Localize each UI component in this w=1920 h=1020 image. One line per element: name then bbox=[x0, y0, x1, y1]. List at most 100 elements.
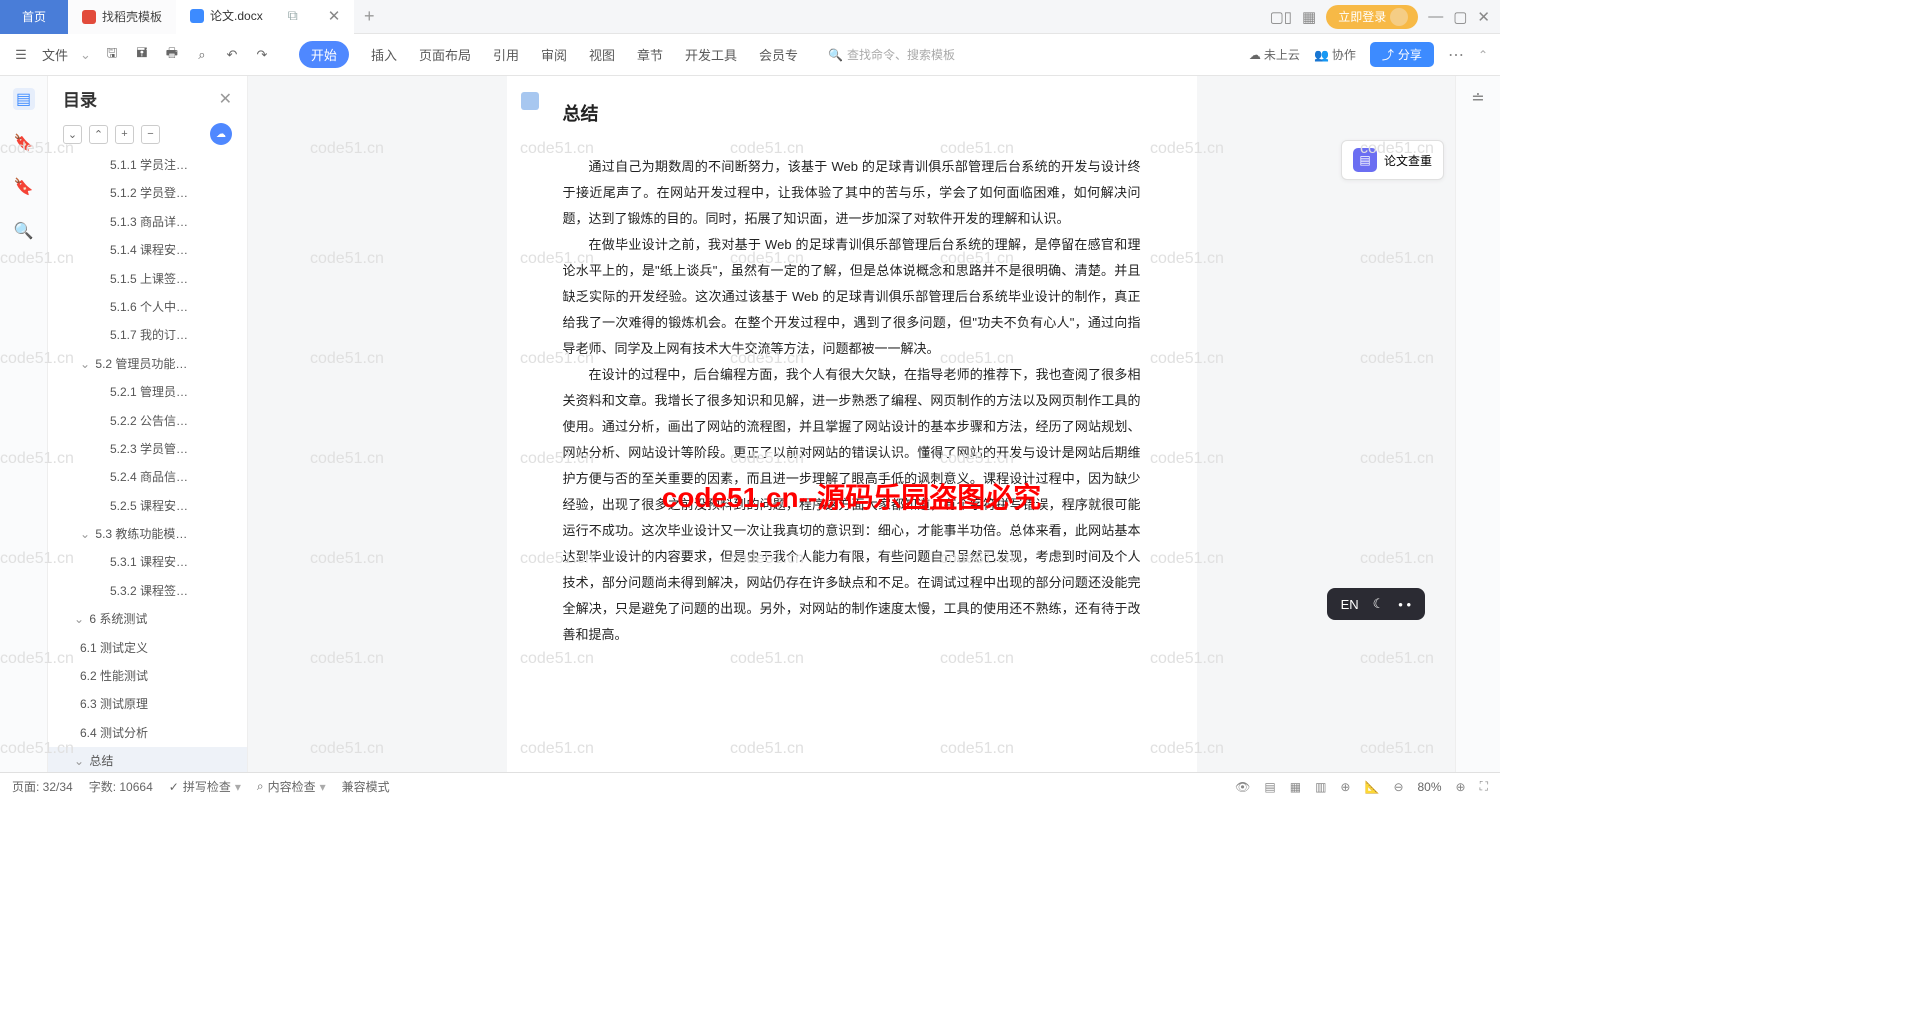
outline-item[interactable]: 5.1.6 个人中… bbox=[48, 293, 247, 321]
menu-reference[interactable]: 引用 bbox=[493, 45, 519, 64]
window-close-icon[interactable]: ✕ bbox=[1477, 8, 1490, 26]
outline-item-label: 总结 bbox=[89, 754, 113, 768]
word-counter[interactable]: 字数: 10664 bbox=[89, 778, 153, 795]
apps-icon[interactable]: ▦ bbox=[1302, 8, 1316, 26]
tab-document[interactable]: 论文.docx ⧉ ✕ bbox=[176, 0, 354, 34]
menu-start[interactable]: 开始 bbox=[299, 41, 349, 68]
outline-item[interactable]: 5.1.4 课程安… bbox=[48, 236, 247, 264]
outline-item[interactable]: 5.2.1 管理员… bbox=[48, 378, 247, 406]
outline-item[interactable]: 6.2 性能测试 bbox=[48, 662, 247, 690]
outline-item[interactable]: 6.4 测试分析 bbox=[48, 719, 247, 747]
outline-item-label: 6 系统测试 bbox=[89, 612, 147, 626]
preview-icon[interactable]: ⌕ bbox=[193, 46, 211, 64]
compat-mode[interactable]: 兼容模式 bbox=[342, 778, 390, 795]
outline-close-icon[interactable]: ✕ bbox=[219, 89, 232, 109]
spellcheck-icon: ✓ bbox=[169, 780, 179, 794]
layout-mode-icon[interactable]: ▦ bbox=[1290, 780, 1301, 794]
menu-review[interactable]: 审阅 bbox=[541, 45, 567, 64]
read-mode-icon[interactable]: ▤ bbox=[1264, 780, 1275, 794]
outline-panel: 目录 ✕ ⌄ ⌃ + − ☁ 5.1.1 学员注…5.1.2 学员登…5.1.3… bbox=[48, 76, 248, 772]
outline-mode-icon[interactable]: ▥ bbox=[1315, 780, 1326, 794]
outline-title: 目录 bbox=[63, 86, 219, 111]
tab-add[interactable]: + bbox=[354, 6, 384, 27]
tab-home[interactable]: 首页 bbox=[0, 0, 68, 34]
zoom-in-icon[interactable]: ⊕ bbox=[1456, 780, 1466, 794]
zoom-out-icon[interactable]: ⊖ bbox=[1393, 780, 1403, 794]
split-view-icon[interactable]: ▢▯ bbox=[1270, 8, 1292, 26]
share-button[interactable]: ⤴分享 bbox=[1370, 42, 1434, 67]
menu-page-layout[interactable]: 页面布局 bbox=[419, 45, 471, 64]
window-dup-icon[interactable]: ⧉ bbox=[288, 7, 298, 24]
outline-item-label: 6.3 测试原理 bbox=[80, 697, 148, 711]
outline-item[interactable]: 6.3 测试原理 bbox=[48, 690, 247, 718]
save-as-icon[interactable]: 🖬 bbox=[133, 46, 151, 64]
eye-icon[interactable]: 👁 bbox=[1235, 780, 1250, 794]
outline-sync-icon[interactable]: ☁ bbox=[210, 123, 232, 145]
outline-item[interactable]: 5.1.1 学员注… bbox=[48, 151, 247, 179]
outline-item-label: 5.1.7 我的订… bbox=[110, 328, 188, 342]
outline-item[interactable]: 5.2.2 公告信… bbox=[48, 407, 247, 435]
redo-icon[interactable]: ↷ bbox=[253, 46, 271, 64]
outline-panel-icon[interactable]: ▤ bbox=[13, 88, 35, 110]
zoom-level[interactable]: 80% bbox=[1418, 780, 1442, 794]
outline-item[interactable]: ⌄ 5.2 管理员功能… bbox=[48, 350, 247, 378]
undo-icon[interactable]: ↶ bbox=[223, 46, 241, 64]
word-icon bbox=[190, 9, 204, 23]
fit-page-icon[interactable]: ⛶ bbox=[1480, 779, 1488, 794]
outline-item-label: 5.2.5 课程安… bbox=[110, 499, 188, 513]
menu-insert[interactable]: 插入 bbox=[371, 45, 397, 64]
outline-item[interactable]: 6.1 测试定义 bbox=[48, 634, 247, 662]
outline-item[interactable]: 5.3.2 课程签… bbox=[48, 577, 247, 605]
outline-item[interactable]: 5.1.3 商品详… bbox=[48, 208, 247, 236]
outline-item[interactable]: ⌄ 5.3 教练功能模… bbox=[48, 520, 247, 548]
web-mode-icon[interactable]: ⊕ bbox=[1340, 780, 1350, 794]
outline-item-label: 5.2 管理员功能… bbox=[95, 357, 187, 371]
ime-indicator[interactable]: EN ☾ • • bbox=[1327, 588, 1425, 620]
hamburger-icon[interactable]: ☰ bbox=[12, 46, 30, 64]
content-check-toggle[interactable]: ⌕内容检查 ▾ bbox=[257, 778, 326, 795]
command-search[interactable]: 🔍 查找命令、搜索模板 bbox=[828, 46, 955, 63]
ruler-icon[interactable]: 📐 bbox=[1364, 780, 1379, 794]
expand-all-icon[interactable]: ⌃ bbox=[89, 125, 108, 144]
outline-item[interactable]: 5.1.7 我的订… bbox=[48, 321, 247, 349]
plagiarism-check-button[interactable]: ▤ 论文查重 bbox=[1341, 140, 1444, 180]
tab-templates[interactable]: 找稻壳模板 bbox=[68, 0, 176, 34]
collapse-all-icon[interactable]: ⌄ bbox=[63, 125, 82, 144]
statusbar: 页面: 32/34 字数: 10664 ✓拼写检查 ▾ ⌕内容检查 ▾ 兼容模式… bbox=[0, 772, 1500, 800]
right-rail: ≐ bbox=[1455, 76, 1500, 772]
outline-item[interactable]: ⌄ 6 系统测试 bbox=[48, 605, 247, 633]
spellcheck-toggle[interactable]: ✓拼写检查 ▾ bbox=[169, 778, 241, 795]
login-button[interactable]: 立即登录 bbox=[1326, 5, 1418, 29]
format-panel-icon[interactable]: ≐ bbox=[1466, 86, 1490, 110]
collab-button[interactable]: 👥协作 bbox=[1314, 46, 1356, 63]
find-icon[interactable]: 🔍 bbox=[13, 220, 35, 242]
menu-member[interactable]: 会员专 bbox=[759, 45, 798, 64]
cloud-status[interactable]: ☁未上云 bbox=[1249, 46, 1300, 63]
save-icon[interactable]: 🖫 bbox=[103, 46, 121, 64]
outline-item-label: 5.3 教练功能模… bbox=[95, 527, 187, 541]
menu-section[interactable]: 章节 bbox=[637, 45, 663, 64]
tag-icon[interactable]: 🔖 bbox=[13, 132, 35, 154]
file-menu[interactable]: 文件 bbox=[42, 45, 68, 64]
bookmark-icon[interactable]: 🔖 bbox=[13, 176, 35, 198]
outline-item[interactable]: 5.1.2 学员登… bbox=[48, 179, 247, 207]
outline-item[interactable]: 5.1.5 上课签… bbox=[48, 265, 247, 293]
more-icon[interactable]: ⋯ bbox=[1448, 45, 1464, 65]
outline-item[interactable]: 5.3.1 课程安… bbox=[48, 548, 247, 576]
outline-item[interactable]: 5.2.4 商品信… bbox=[48, 463, 247, 491]
menu-view[interactable]: 视图 bbox=[589, 45, 615, 64]
chevron-down-icon: ⌄ bbox=[80, 357, 93, 371]
tab-close-icon[interactable]: ✕ bbox=[328, 7, 341, 25]
outline-item[interactable]: 5.2.5 课程安… bbox=[48, 492, 247, 520]
print-icon[interactable]: 🖶 bbox=[163, 46, 181, 64]
level-remove-icon[interactable]: − bbox=[141, 125, 160, 144]
maximize-icon[interactable]: ▢ bbox=[1453, 8, 1467, 26]
outline-item[interactable]: 5.2.3 学员管… bbox=[48, 435, 247, 463]
outline-item[interactable]: ⌄ 总结 bbox=[48, 747, 247, 772]
level-add-icon[interactable]: + bbox=[115, 125, 134, 144]
menu-developer[interactable]: 开发工具 bbox=[685, 45, 737, 64]
collapse-ribbon-icon[interactable]: ⌃ bbox=[1478, 48, 1488, 62]
minimize-icon[interactable]: — bbox=[1428, 8, 1443, 25]
page-counter[interactable]: 页面: 32/34 bbox=[12, 778, 73, 795]
outline-item-label: 5.2.1 管理员… bbox=[110, 385, 188, 399]
